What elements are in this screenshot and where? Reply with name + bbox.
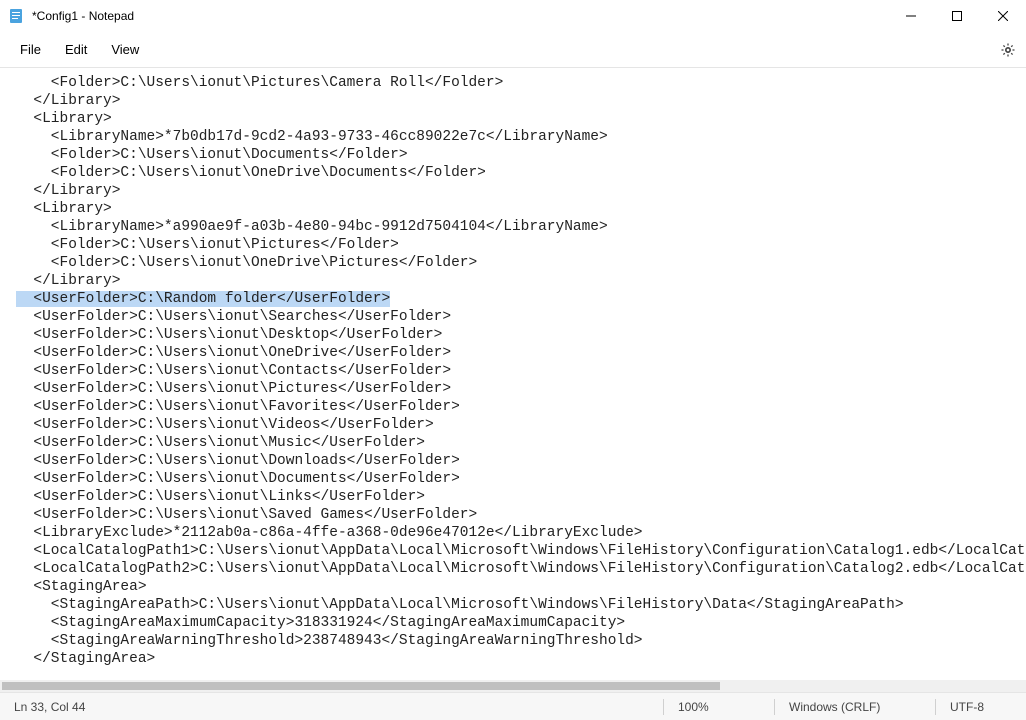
editor-line: <UserFolder>C:\Users\ionut\Favorites</Us… <box>16 398 1026 416</box>
editor-line: <UserFolder>C:\Users\ionut\Contacts</Use… <box>16 362 1026 380</box>
editor-line: <LocalCatalogPath2>C:\Users\ionut\AppDat… <box>16 560 1026 578</box>
editor-line: <UserFolder>C:\Users\ionut\Desktop</User… <box>16 326 1026 344</box>
editor-line: </Library> <box>16 182 1026 200</box>
close-button[interactable] <box>980 0 1026 32</box>
menu-edit[interactable]: Edit <box>53 36 99 63</box>
editor-line: <StagingAreaPath>C:\Users\ionut\AppData\… <box>16 596 1026 614</box>
editor-line: <Library> <box>16 110 1026 128</box>
text-editor[interactable]: <Folder>C:\Users\ionut\Pictures\Camera R… <box>0 68 1026 692</box>
editor-line: <UserFolder>C:\Users\ionut\Documents</Us… <box>16 470 1026 488</box>
editor-line: <Folder>C:\Users\ionut\OneDrive\Document… <box>16 164 1026 182</box>
gear-icon <box>1000 42 1016 58</box>
editor-line: <UserFolder>C:\Users\ionut\Links</UserFo… <box>16 488 1026 506</box>
editor-line: <UserFolder>C:\Users\ionut\Music</UserFo… <box>16 434 1026 452</box>
window-controls <box>888 0 1026 32</box>
minimize-button[interactable] <box>888 0 934 32</box>
statusbar: Ln 33, Col 44 100% Windows (CRLF) UTF-8 <box>0 692 1026 720</box>
editor-line: </Library> <box>16 92 1026 110</box>
editor-line: <UserFolder>C:\Users\ionut\Downloads</Us… <box>16 452 1026 470</box>
editor-line: <LibraryName>*7b0db17d-9cd2-4a93-9733-46… <box>16 128 1026 146</box>
editor-line: <UserFolder>C:\Random folder</UserFolder… <box>16 290 1026 308</box>
settings-button[interactable] <box>990 32 1026 68</box>
editor-line: <LibraryName>*a990ae9f-a03b-4e80-94bc-99… <box>16 218 1026 236</box>
status-zoom[interactable]: 100% <box>664 693 774 720</box>
status-cursor: Ln 33, Col 44 <box>0 693 99 720</box>
editor-line: <LibraryExclude>*2112ab0a-c86a-4ffe-a368… <box>16 524 1026 542</box>
editor-line: <UserFolder>C:\Users\ionut\Pictures</Use… <box>16 380 1026 398</box>
scrollbar-thumb[interactable] <box>2 682 720 690</box>
menu-file[interactable]: File <box>8 36 53 63</box>
editor-line: <StagingAreaMaximumCapacity>318331924</S… <box>16 614 1026 632</box>
editor-line: <UserFolder>C:\Users\ionut\OneDrive</Use… <box>16 344 1026 362</box>
editor-line: <Folder>C:\Users\ionut\Pictures</Folder> <box>16 236 1026 254</box>
editor-line: <UserFolder>C:\Users\ionut\Searches</Use… <box>16 308 1026 326</box>
status-line-ending: Windows (CRLF) <box>775 693 935 720</box>
editor-line: </Library> <box>16 272 1026 290</box>
status-encoding: UTF-8 <box>936 693 1026 720</box>
horizontal-scrollbar[interactable] <box>0 680 1026 692</box>
notepad-icon <box>8 8 24 24</box>
menubar: File Edit View <box>0 32 1026 68</box>
editor-line: <Library> <box>16 200 1026 218</box>
editor-line: <UserFolder>C:\Users\ionut\Videos</UserF… <box>16 416 1026 434</box>
editor-line: <Folder>C:\Users\ionut\OneDrive\Pictures… <box>16 254 1026 272</box>
editor-line: <StagingAreaWarningThreshold>238748943</… <box>16 632 1026 650</box>
maximize-button[interactable] <box>934 0 980 32</box>
editor-area: <Folder>C:\Users\ionut\Pictures\Camera R… <box>0 68 1026 692</box>
menu-view[interactable]: View <box>99 36 151 63</box>
editor-line: <Folder>C:\Users\ionut\Pictures\Camera R… <box>16 74 1026 92</box>
editor-line: <LocalCatalogPath1>C:\Users\ionut\AppDat… <box>16 542 1026 560</box>
editor-line: </StagingArea> <box>16 650 1026 668</box>
editor-line: <StagingArea> <box>16 578 1026 596</box>
editor-line: <Folder>C:\Users\ionut\Documents</Folder… <box>16 146 1026 164</box>
window-title: *Config1 - Notepad <box>32 9 134 23</box>
editor-line: <UserFolder>C:\Users\ionut\Saved Games</… <box>16 506 1026 524</box>
titlebar: *Config1 - Notepad <box>0 0 1026 32</box>
